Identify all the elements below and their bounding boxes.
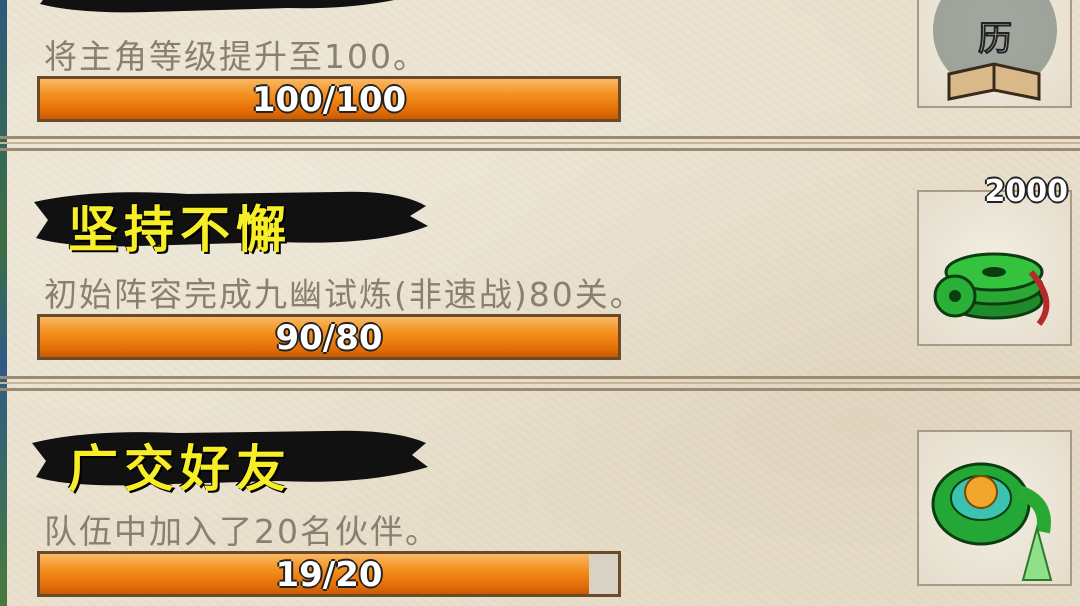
reward-count: 2000 [984, 174, 1069, 209]
jade-pendant-icon [931, 462, 1053, 581]
achievement-description: 将主角等级提升至100。 [44, 37, 428, 76]
progress-text: 19/20 [275, 555, 383, 595]
jade-coins-icon [933, 252, 1050, 326]
title-brush [28, 0, 428, 22]
reward-slot[interactable]: 2000 [917, 174, 1072, 346]
progress-text: 100/100 [251, 80, 407, 120]
row-divider [0, 130, 1080, 160]
achievement-row-2[interactable]: 坚持不懈 初始阵容完成九幽试炼(非速战)80关。 90/80 2000 [0, 170, 1080, 370]
reward-slot[interactable]: 历 [917, 0, 1072, 108]
achievement-title: 坚持不懈 [68, 201, 292, 259]
title-brush: 坚持不懈 [28, 184, 428, 259]
book-icon: 历 [933, 0, 1057, 101]
progress-text: 90/80 [275, 318, 383, 358]
progress-bar: 100/100 [37, 76, 621, 122]
achievement-description: 队伍中加入了20名伙伴。 [44, 512, 440, 551]
achievement-row-1[interactable]: 将主角等级提升至100。 100/100 历 [0, 0, 1080, 130]
progress-bar: 19/20 [37, 551, 621, 597]
row-divider [0, 370, 1080, 400]
svg-text:历: 历 [978, 19, 1012, 59]
achievement-description: 初始阵容完成九幽试炼(非速战)80关。 [44, 275, 645, 314]
progress-bar: 90/80 [37, 314, 621, 360]
achievement-title: 广交好友 [68, 440, 292, 498]
achievement-row-3[interactable]: 广交好友 队伍中加入了20名伙伴。 19/20 [0, 405, 1080, 606]
reward-slot[interactable] [917, 430, 1072, 586]
title-brush: 广交好友 [28, 423, 428, 498]
